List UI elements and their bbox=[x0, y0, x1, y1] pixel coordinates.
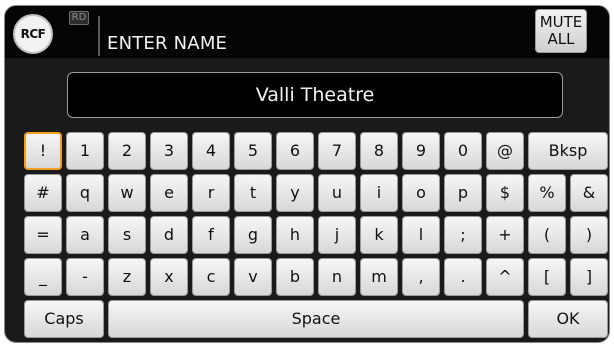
mute-all-button[interactable]: MUTE ALL bbox=[535, 9, 587, 53]
key-caret[interactable]: ^ bbox=[486, 258, 524, 296]
key-8[interactable]: 8 bbox=[360, 132, 398, 170]
header-divider bbox=[98, 16, 100, 56]
key-close-paren[interactable]: ) bbox=[570, 216, 608, 254]
key-x[interactable]: x bbox=[150, 258, 188, 296]
key-5[interactable]: 5 bbox=[234, 132, 272, 170]
key-y[interactable]: y bbox=[276, 174, 314, 212]
caps-key[interactable]: Caps bbox=[24, 300, 104, 338]
key-hyphen[interactable]: - bbox=[66, 258, 104, 296]
key-u[interactable]: u bbox=[318, 174, 356, 212]
key-3[interactable]: 3 bbox=[150, 132, 188, 170]
key-f[interactable]: f bbox=[192, 216, 230, 254]
key-k[interactable]: k bbox=[360, 216, 398, 254]
ok-key[interactable]: OK bbox=[528, 300, 608, 338]
key-comma[interactable]: , bbox=[402, 258, 440, 296]
space-key[interactable]: Space bbox=[108, 300, 524, 338]
key-equals[interactable]: = bbox=[24, 216, 62, 254]
key-l[interactable]: l bbox=[402, 216, 440, 254]
key-exclamation[interactable]: ! bbox=[24, 132, 62, 170]
key-6[interactable]: 6 bbox=[276, 132, 314, 170]
key-o[interactable]: o bbox=[402, 174, 440, 212]
key-r[interactable]: r bbox=[192, 174, 230, 212]
key-9[interactable]: 9 bbox=[402, 132, 440, 170]
key-percent[interactable]: % bbox=[528, 174, 566, 212]
key-4[interactable]: 4 bbox=[192, 132, 230, 170]
key-m[interactable]: m bbox=[360, 258, 398, 296]
mute-all-label-line2: ALL bbox=[547, 30, 575, 48]
key-dollar[interactable]: $ bbox=[486, 174, 524, 212]
key-j[interactable]: j bbox=[318, 216, 356, 254]
key-plus[interactable]: + bbox=[486, 216, 524, 254]
key-open-bracket[interactable]: [ bbox=[528, 258, 566, 296]
keyboard-screen: RCF RD ENTER NAME MUTE ALL Valli Theatre… bbox=[4, 5, 610, 343]
rd-badge: RD bbox=[69, 11, 89, 25]
key-c[interactable]: c bbox=[192, 258, 230, 296]
mute-all-label-line1: MUTE bbox=[539, 13, 583, 31]
key-d[interactable]: d bbox=[150, 216, 188, 254]
key-2[interactable]: 2 bbox=[108, 132, 146, 170]
key-i[interactable]: i bbox=[360, 174, 398, 212]
key-7[interactable]: 7 bbox=[318, 132, 356, 170]
name-input[interactable]: Valli Theatre bbox=[67, 72, 563, 118]
rcf-logo: RCF bbox=[13, 14, 53, 54]
key-w[interactable]: w bbox=[108, 174, 146, 212]
key-0[interactable]: 0 bbox=[444, 132, 482, 170]
key-ampersand[interactable]: & bbox=[570, 174, 608, 212]
key-semicolon[interactable]: ; bbox=[444, 216, 482, 254]
key-at[interactable]: @ bbox=[486, 132, 524, 170]
key-period[interactable]: . bbox=[444, 258, 482, 296]
key-g[interactable]: g bbox=[234, 216, 272, 254]
key-b[interactable]: b bbox=[276, 258, 314, 296]
backspace-key[interactable]: Bksp bbox=[528, 132, 608, 170]
key-a[interactable]: a bbox=[66, 216, 104, 254]
page-title: ENTER NAME bbox=[107, 33, 228, 54]
key-s[interactable]: s bbox=[108, 216, 146, 254]
key-p[interactable]: p bbox=[444, 174, 482, 212]
key-z[interactable]: z bbox=[108, 258, 146, 296]
key-t[interactable]: t bbox=[234, 174, 272, 212]
key-1[interactable]: 1 bbox=[66, 132, 104, 170]
key-h[interactable]: h bbox=[276, 216, 314, 254]
key-hash[interactable]: # bbox=[24, 174, 62, 212]
header-bar: RCF RD ENTER NAME MUTE ALL bbox=[5, 6, 609, 58]
key-n[interactable]: n bbox=[318, 258, 356, 296]
key-underscore[interactable]: _ bbox=[24, 258, 62, 296]
key-v[interactable]: v bbox=[234, 258, 272, 296]
key-close-bracket[interactable]: ] bbox=[570, 258, 608, 296]
key-e[interactable]: e bbox=[150, 174, 188, 212]
key-q[interactable]: q bbox=[66, 174, 104, 212]
key-open-paren[interactable]: ( bbox=[528, 216, 566, 254]
